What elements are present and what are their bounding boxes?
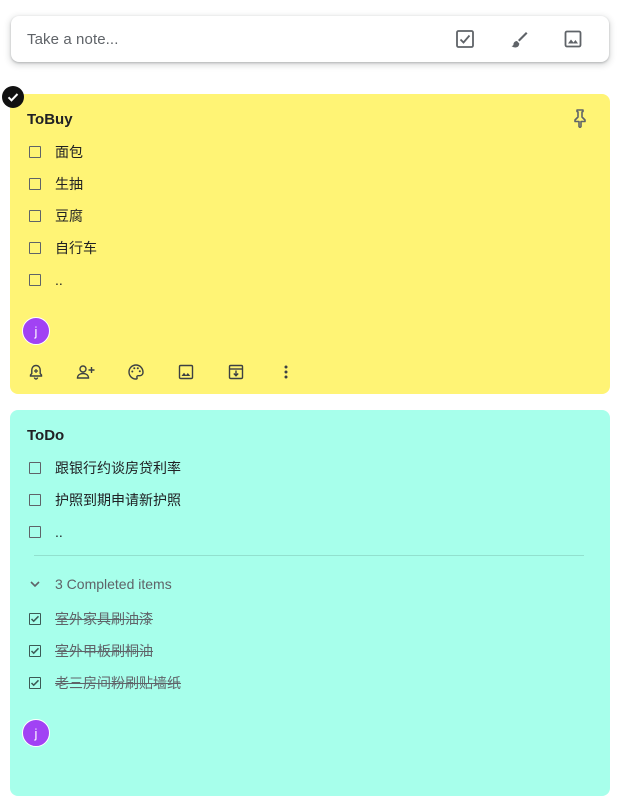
archive-icon[interactable]: [226, 362, 246, 382]
checkbox-list-icon[interactable]: [454, 28, 476, 50]
selected-check-icon[interactable]: [2, 86, 24, 108]
list-item-text[interactable]: ..: [55, 524, 63, 540]
list-item-text[interactable]: 面包: [55, 142, 83, 162]
note-tobuy[interactable]: ToBuy 面包 生抽 豆腐 自行车 .. j: [10, 94, 610, 394]
checked-checkbox[interactable]: [29, 613, 41, 625]
list-item[interactable]: 跟银行约谈房贷利率: [27, 457, 181, 479]
checkbox[interactable]: [29, 146, 41, 158]
list-item[interactable]: 豆腐: [27, 205, 83, 227]
checkbox[interactable]: [29, 526, 41, 538]
image-icon[interactable]: [176, 362, 196, 382]
palette-icon[interactable]: [126, 362, 146, 382]
list-item-text[interactable]: 室外甲板刷桐油: [55, 641, 153, 661]
checkbox[interactable]: [29, 462, 41, 474]
avatar[interactable]: j: [22, 317, 50, 345]
list-item[interactable]: 面包: [27, 141, 83, 163]
brush-icon[interactable]: [508, 28, 530, 50]
checked-checkbox[interactable]: [29, 645, 41, 657]
avatar[interactable]: j: [22, 719, 50, 747]
checkbox[interactable]: [29, 274, 41, 286]
completed-items-label[interactable]: 3 Completed items: [55, 576, 172, 592]
list-item[interactable]: ..: [27, 269, 63, 291]
chevron-down-icon[interactable]: [27, 576, 43, 592]
list-item-text[interactable]: 自行车: [55, 238, 97, 258]
pin-icon[interactable]: [570, 108, 590, 129]
checkbox[interactable]: [29, 210, 41, 222]
note-title: ToBuy: [27, 111, 73, 128]
checkbox[interactable]: [29, 494, 41, 506]
list-item-text[interactable]: 生抽: [55, 174, 83, 194]
reminder-icon[interactable]: [26, 362, 46, 382]
note-todo[interactable]: ToDo 跟银行约谈房贷利率 护照到期申请新护照 .. 3 Completed …: [10, 410, 610, 796]
collaborator-icon[interactable]: [76, 362, 96, 382]
list-item[interactable]: 自行车: [27, 237, 97, 259]
completed-list-item[interactable]: 室外家具刷油漆: [27, 608, 153, 630]
checkbox[interactable]: [29, 178, 41, 190]
list-item-text[interactable]: 老三房间粉刷贴墙纸: [55, 673, 181, 693]
image-icon[interactable]: [562, 28, 584, 50]
completed-list-item[interactable]: 老三房间粉刷贴墙纸: [27, 672, 181, 694]
list-item[interactable]: 生抽: [27, 173, 83, 195]
list-item-text[interactable]: 室外家具刷油漆: [55, 609, 153, 629]
more-icon[interactable]: [276, 362, 296, 382]
list-item-text[interactable]: 豆腐: [55, 206, 83, 226]
list-item-text[interactable]: ..: [55, 272, 63, 288]
divider: [34, 555, 584, 556]
completed-list-item[interactable]: 室外甲板刷桐油: [27, 640, 153, 662]
checkbox[interactable]: [29, 242, 41, 254]
list-item[interactable]: ..: [27, 521, 63, 543]
list-item-text[interactable]: 护照到期申请新护照: [55, 490, 181, 510]
list-item[interactable]: 护照到期申请新护照: [27, 489, 181, 511]
checked-checkbox[interactable]: [29, 677, 41, 689]
note-title: ToDo: [27, 427, 65, 444]
take-note-bar[interactable]: Take a note...: [11, 16, 609, 62]
take-note-placeholder[interactable]: Take a note...: [27, 31, 118, 48]
completed-items-toggle[interactable]: 3 Completed items: [27, 576, 172, 592]
list-item-text[interactable]: 跟银行约谈房贷利率: [55, 458, 181, 478]
